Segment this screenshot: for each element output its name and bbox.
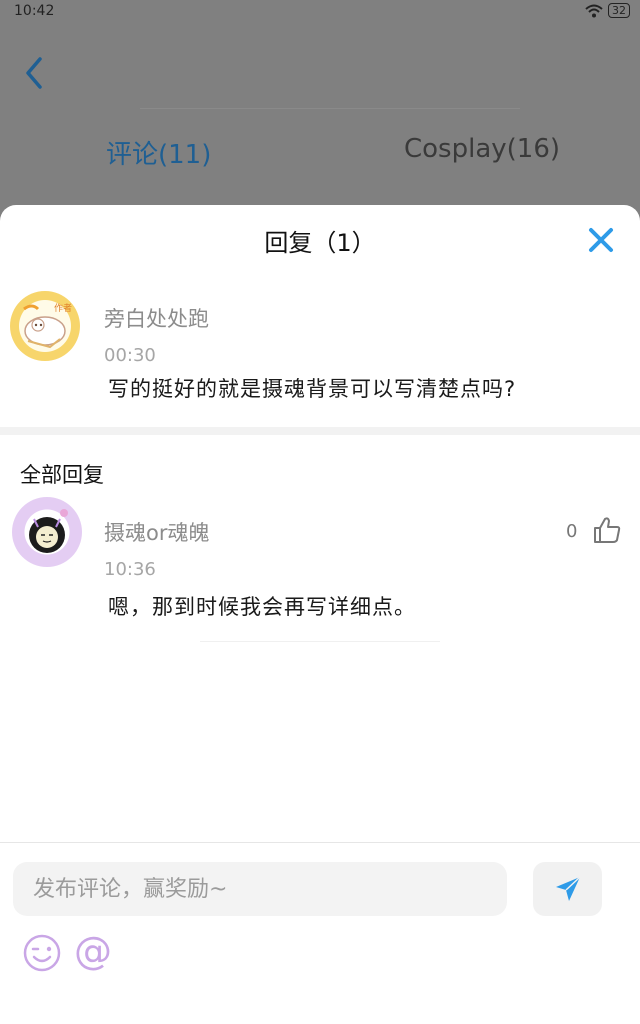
close-button[interactable] [586,225,616,255]
all-replies-title: 全部回复 [20,463,104,487]
reply-time: 10:36 [104,559,156,580]
wink-face-icon [23,934,61,972]
wifi-icon [585,4,603,17]
close-icon [589,228,613,252]
reply-text: 嗯，那到时候我会再写详细点。 [108,595,416,619]
send-button[interactable] [533,862,602,916]
status-time: 10:42 [14,3,55,19]
comment-author[interactable]: 旁白处处跑 [104,303,209,333]
emoji-button[interactable] [22,933,62,973]
comment-text: 写的挺好的就是摄魂背景可以写清楚点吗? [108,377,517,401]
reply-divider [200,641,440,642]
send-icon [555,876,581,901]
reply-sheet: 回复（1） 作者 旁白处处跑 00:30 写的挺好的就是摄魂背景可以写清楚点吗?… [0,205,640,1024]
avatar[interactable] [12,497,82,567]
tab-divider [140,108,520,109]
section-divider [0,427,640,435]
input-divider [0,842,640,843]
status-bar: 10:42 32 [0,0,640,24]
mention-button[interactable]: @ [74,929,112,973]
like-count: 0 [566,521,578,542]
sheet-title: 回复（1） [264,229,376,257]
comment-time: 00:30 [104,345,156,366]
reply-author[interactable]: 摄魂or魂魄 [104,517,209,547]
comment-input[interactable] [13,862,507,916]
cartoon-sheep-avatar-icon: 作者 [23,302,72,349]
author-badge: 作者 [54,302,72,314]
like-button[interactable] [592,515,622,545]
tab-comments[interactable]: 评论(11) [106,134,211,171]
status-icons: 32 [585,3,630,18]
thumbs-up-icon [594,517,621,543]
battery-indicator: 32 [608,3,630,18]
back-button[interactable] [20,56,50,90]
chevron-left-icon [26,57,42,89]
cartoon-character-avatar-icon [29,509,68,553]
avatar[interactable]: 作者 [10,291,80,361]
tab-cosplay[interactable]: Cosplay(16) [404,134,560,164]
